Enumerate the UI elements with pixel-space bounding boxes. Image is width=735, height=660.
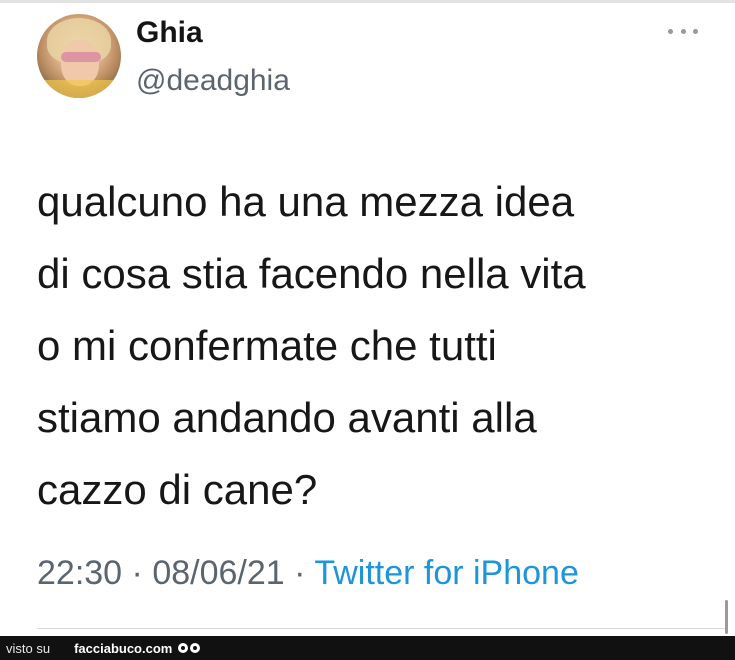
more-dot (668, 28, 673, 34)
author-handle[interactable]: @deadghia (136, 64, 290, 98)
tweet-meta: 22:30 · 08/06/21 · Twitter for iPhone (37, 554, 579, 593)
tweet-text-line: di cosa stia facendo nella vita (37, 250, 586, 297)
tweet-text-line: cazzo di cane? (37, 466, 318, 513)
avatar-background (37, 80, 121, 98)
footer-prefix: visto su (6, 640, 51, 656)
tweet-text-line: o mi confermate che tutti (37, 322, 497, 369)
more-horizontal-icon[interactable] (668, 24, 698, 38)
tweet-date[interactable]: 08/06/21 (152, 554, 284, 592)
tweet-time[interactable]: 22:30 (37, 554, 122, 592)
meta-separator: · (294, 554, 306, 592)
scrollbar[interactable] (725, 600, 728, 634)
author-display-name[interactable]: Ghia (136, 16, 203, 50)
eye-icon (190, 643, 201, 653)
eye-icon (178, 643, 189, 653)
tweet-text-line: qualcuno ha una mezza idea (37, 178, 575, 225)
avatar-glasses (61, 52, 101, 62)
watermark-footer: visto su facciabuco.com (0, 636, 735, 660)
tweet-text-line: stiamo andando avanti alla (37, 394, 537, 441)
footer-site-name: facciabuco.com (74, 640, 173, 656)
meta-separator: · (131, 554, 143, 592)
more-dot (680, 28, 686, 34)
more-dot (693, 28, 698, 34)
top-divider (0, 0, 735, 3)
tweet-source-link[interactable]: Twitter for iPhone (314, 554, 579, 592)
eyes-logo-icon (178, 643, 201, 653)
avatar[interactable] (37, 14, 121, 98)
bottom-divider (37, 628, 727, 629)
tweet-text: qualcuno ha una mezza idea di cosa stia … (37, 166, 707, 526)
